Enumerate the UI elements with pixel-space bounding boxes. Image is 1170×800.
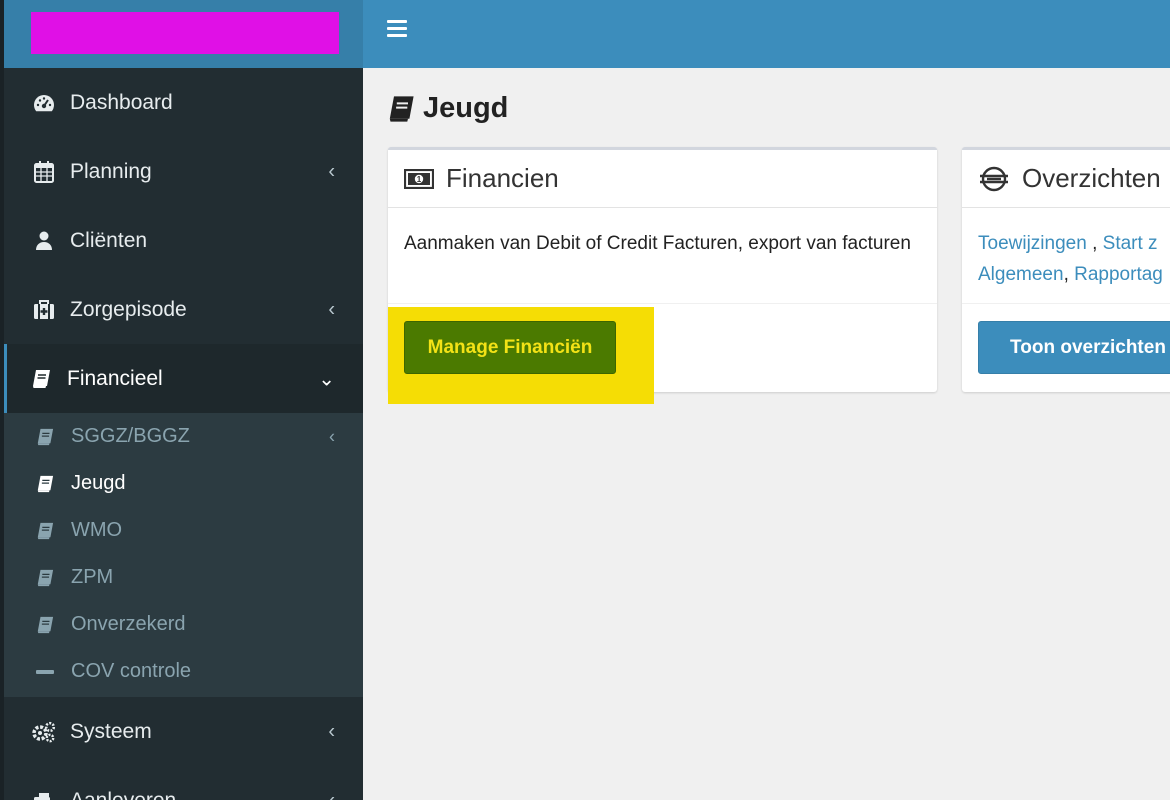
- svg-text:1: 1: [417, 175, 422, 184]
- submenu-item-zpm[interactable]: ZPM: [4, 554, 363, 601]
- submenu-item-label: Jeugd: [71, 472, 126, 494]
- manage-financien-button[interactable]: Manage Financiën: [404, 321, 616, 374]
- sidebar-toggle-icon[interactable]: [387, 20, 407, 38]
- sidebar-item-aanleveren[interactable]: Aanleveren ‹: [4, 766, 363, 800]
- submenu-item-label: WMO: [71, 519, 123, 541]
- submenu-item-onverzekerd[interactable]: Onverzekerd: [4, 601, 363, 648]
- box-body: Aanmaken van Debit of Credit Facturen, e…: [388, 208, 937, 304]
- sidebar-item-label: Systeem: [70, 719, 152, 743]
- book-icon: [34, 616, 56, 634]
- money-icon: 1: [404, 168, 434, 189]
- box-footer: Toon overzichten: [962, 304, 1170, 386]
- sidebar-item-label: Planning: [70, 159, 152, 183]
- top-navbar: [363, 0, 1170, 68]
- submenu-item-wmo[interactable]: WMO: [4, 507, 363, 554]
- submenu-item-cov-controle[interactable]: COV controle: [4, 648, 363, 695]
- link-rapportage[interactable]: Rapportag: [1074, 264, 1163, 285]
- book-icon: [34, 428, 56, 446]
- box-footer: Manage Financiën: [388, 304, 937, 404]
- submenu-financieel: SGGZ/BGGZ ‹ Jeugd WMO ZPM Onverzekerd CO…: [4, 413, 363, 697]
- box-header: 1 Financien: [388, 150, 937, 208]
- chevron-left-icon: ‹: [328, 298, 335, 320]
- chevron-left-icon: ‹: [329, 426, 335, 446]
- box-title: Financien: [446, 163, 559, 193]
- page-title: Jeugd: [387, 92, 508, 125]
- sidebar: Dashboard Planning ‹ Cliënten Zorgepisod…: [4, 68, 363, 800]
- link-separator: ,: [1063, 264, 1075, 285]
- link-toewijzingen[interactable]: Toewijzingen: [978, 233, 1087, 254]
- logo-area: [4, 0, 363, 68]
- book-icon: [387, 95, 415, 123]
- chevron-left-icon: ‹: [328, 720, 335, 742]
- sidebar-item-label: Cliënten: [70, 228, 148, 252]
- sidebar-item-label: Dashboard: [70, 90, 173, 114]
- send-icon: [31, 791, 57, 800]
- chevron-left-icon: ‹: [328, 160, 335, 182]
- sidebar-item-systeem[interactable]: Systeem ‹: [4, 697, 363, 766]
- sidebar-item-financieel[interactable]: Financieel ⌄: [4, 344, 363, 413]
- overview-icon: [978, 166, 1010, 192]
- sidebar-item-planning[interactable]: Planning ‹: [4, 137, 363, 206]
- page-title-text: Jeugd: [423, 92, 509, 124]
- sidebar-item-label: Aanleveren: [70, 788, 177, 800]
- user-icon: [31, 231, 57, 251]
- submenu-item-jeugd[interactable]: Jeugd: [4, 460, 363, 507]
- link-separator: ,: [1086, 233, 1103, 254]
- sidebar-item-dashboard[interactable]: Dashboard: [4, 68, 363, 137]
- sidebar-item-zorgepisode[interactable]: Zorgepisode ‹: [4, 275, 363, 344]
- dashboard-icon: [31, 93, 57, 113]
- book-icon: [34, 522, 56, 540]
- book-icon: [34, 475, 56, 493]
- main-content: Jeugd 1 Financien Aanmaken van Debit of …: [363, 68, 1170, 800]
- chevron-left-icon: ‹: [328, 789, 335, 800]
- box-title: Overzichten: [1022, 163, 1161, 193]
- chevron-down-icon: ⌄: [318, 368, 335, 390]
- book-icon: [28, 369, 54, 389]
- cogs-icon: [31, 721, 57, 743]
- submenu-item-label: Onverzekerd: [71, 613, 186, 635]
- link-algemeen[interactable]: Algemeen: [978, 264, 1064, 285]
- submenu-item-label: ZPM: [71, 566, 114, 588]
- medkit-icon: [31, 299, 57, 320]
- submenu-item-label: COV controle: [71, 660, 192, 682]
- toon-overzichten-button[interactable]: Toon overzichten: [978, 321, 1170, 374]
- overzichten-box: Overzichten Toewijzingen , Start z Algem…: [962, 147, 1170, 392]
- submenu-item-sggz-bggz[interactable]: SGGZ/BGGZ ‹: [4, 413, 363, 460]
- logo-redacted[interactable]: [31, 12, 339, 54]
- calendar-icon: [31, 160, 57, 183]
- minus-icon: [34, 669, 56, 675]
- sidebar-item-label: Zorgepisode: [70, 297, 187, 321]
- box-header: Overzichten: [962, 150, 1170, 208]
- box-body: Toewijzingen , Start z Algemeen, Rapport…: [962, 208, 1170, 304]
- sidebar-item-clienten[interactable]: Cliënten: [4, 206, 363, 275]
- submenu-item-label: SGGZ/BGGZ: [71, 425, 190, 447]
- financien-box: 1 Financien Aanmaken van Debit of Credit…: [388, 147, 937, 404]
- link-start[interactable]: Start z: [1103, 233, 1158, 254]
- book-icon: [34, 569, 56, 587]
